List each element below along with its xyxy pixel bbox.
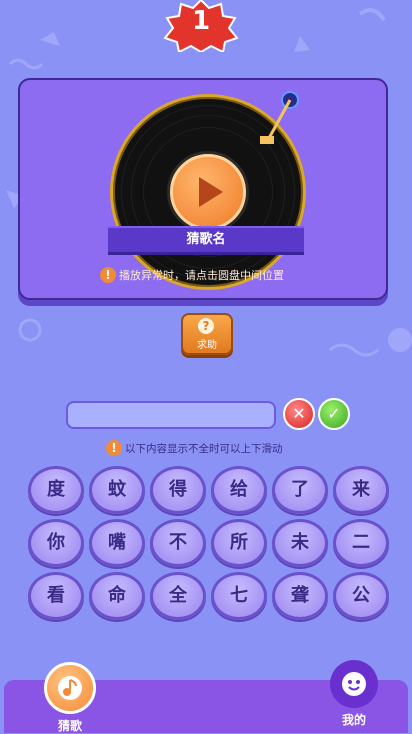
character-tile[interactable]: 了 bbox=[272, 466, 328, 514]
character-tile[interactable]: 给 bbox=[211, 466, 267, 514]
character-tile[interactable]: 得 bbox=[150, 466, 206, 514]
help-button[interactable]: ? 求助 bbox=[181, 313, 233, 355]
character-tile[interactable]: 七 bbox=[211, 572, 267, 620]
scroll-hint: ! 以下内容显示不全时可以上下滑动 bbox=[106, 440, 283, 456]
player-card: 猜歌名 ! 播放异常时，请点击圆盘中间位置 bbox=[18, 78, 388, 300]
character-tile[interactable]: 看 bbox=[28, 572, 84, 620]
clear-button[interactable]: ✕ bbox=[283, 398, 315, 430]
character-tile[interactable]: 二 bbox=[333, 519, 389, 567]
confirm-button[interactable]: ✓ bbox=[318, 398, 350, 430]
character-tile[interactable]: 所 bbox=[211, 519, 267, 567]
character-tile[interactable]: 来 bbox=[333, 466, 389, 514]
character-tile[interactable]: 嘴 bbox=[89, 519, 145, 567]
character-tile[interactable]: 蚊 bbox=[89, 466, 145, 514]
playback-hint-text: 播放异常时，请点击圆盘中间位置 bbox=[119, 269, 284, 282]
character-tile[interactable]: 命 bbox=[89, 572, 145, 620]
character-tile[interactable]: 全 bbox=[150, 572, 206, 620]
level-number: 1 bbox=[191, 6, 211, 36]
character-tile[interactable]: 不 bbox=[150, 519, 206, 567]
nav-mine-tab[interactable]: 我的 bbox=[324, 660, 384, 728]
character-tile[interactable]: 聋 bbox=[272, 572, 328, 620]
scroll-hint-text: 以下内容显示不全时可以上下滑动 bbox=[125, 442, 283, 455]
nav-guess-tab[interactable]: 猜歌 bbox=[40, 662, 100, 734]
nav-mine-label: 我的 bbox=[341, 713, 366, 727]
smile-icon bbox=[330, 660, 378, 708]
info-icon: ! bbox=[100, 267, 116, 283]
music-note-icon bbox=[44, 662, 96, 714]
check-icon: ✓ bbox=[327, 404, 341, 423]
character-tile[interactable]: 你 bbox=[28, 519, 84, 567]
answer-input[interactable] bbox=[66, 401, 276, 429]
tonearm-icon bbox=[260, 91, 299, 144]
play-icon bbox=[199, 177, 223, 207]
playback-hint: ! 播放异常时，请点击圆盘中间位置 bbox=[100, 266, 284, 284]
help-button-label: 求助 bbox=[197, 340, 217, 351]
play-button[interactable] bbox=[170, 154, 246, 230]
level-badge: 1 bbox=[163, 0, 239, 52]
nav-guess-label: 猜歌 bbox=[57, 719, 82, 733]
close-icon: ✕ bbox=[292, 404, 306, 423]
info-icon: ! bbox=[106, 440, 122, 456]
character-tile[interactable]: 未 bbox=[272, 519, 328, 567]
character-tile[interactable]: 度 bbox=[28, 466, 84, 514]
song-title-ribbon: 猜歌名 bbox=[108, 226, 304, 252]
character-tile[interactable]: 公 bbox=[333, 572, 389, 620]
question-icon: ? bbox=[198, 318, 214, 334]
